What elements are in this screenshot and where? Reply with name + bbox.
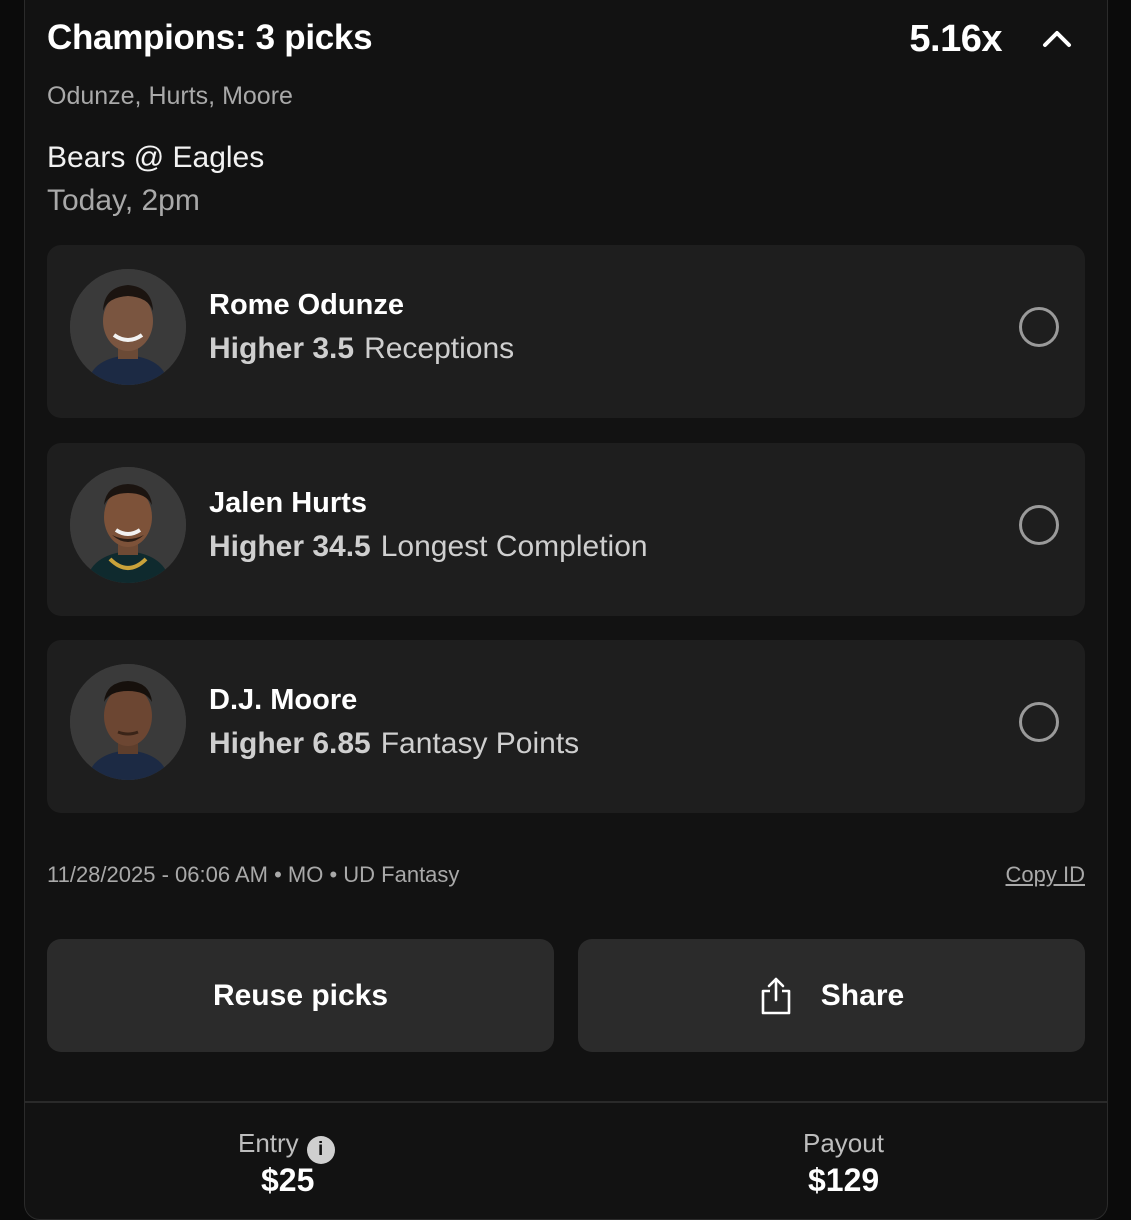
- game-time: Today, 2pm: [47, 184, 200, 217]
- payout-label: Payout: [803, 1128, 884, 1158]
- pick-line: Higher 34.5 Longest Completion: [209, 530, 648, 564]
- chevron-up-icon[interactable]: [1040, 22, 1074, 56]
- player-name: D.J. Moore: [209, 684, 358, 716]
- pick-status-radio: [1019, 702, 1059, 742]
- pick-line: Higher 6.85 Fantasy Points: [209, 727, 579, 761]
- player-name: Rome Odunze: [209, 289, 404, 321]
- divider: [25, 1101, 1107, 1103]
- share-button[interactable]: Share: [578, 939, 1085, 1052]
- game-matchup: Bears @ Eagles: [47, 141, 265, 174]
- reuse-picks-label: Reuse picks: [212, 978, 389, 1012]
- copy-id-link[interactable]: Copy ID: [1006, 862, 1085, 888]
- pick-line: Higher 3.5 Receptions: [209, 332, 514, 366]
- pick-stat: Longest Completion: [380, 530, 648, 563]
- payout-multiplier: 5.16x: [909, 18, 1002, 60]
- player-avatar: [70, 269, 186, 385]
- player-avatar: [70, 467, 186, 583]
- player-name: Jalen Hurts: [209, 487, 367, 519]
- info-icon[interactable]: i: [306, 1136, 335, 1164]
- pick-direction-line: Higher 6.85: [209, 727, 371, 760]
- pick-direction-line: Higher 34.5: [209, 530, 371, 563]
- share-icon: [761, 977, 791, 1014]
- pick-card[interactable]: Rome Odunze Higher 3.5 Receptions: [47, 245, 1085, 418]
- entry-label-text: Entry: [238, 1128, 299, 1158]
- pick-stat: Fantasy Points: [380, 727, 580, 760]
- player-names: Odunze, Hurts, Moore: [47, 82, 293, 110]
- payout-amount: $129: [808, 1162, 880, 1198]
- entry-meta: 11/28/2025 - 06:06 AM • MO • UD Fantasy: [47, 862, 460, 887]
- pick-status-radio: [1019, 307, 1059, 347]
- pick-status-radio: [1019, 505, 1059, 545]
- pick-card[interactable]: Jalen Hurts Higher 34.5 Longest Completio…: [47, 443, 1085, 616]
- pick-card[interactable]: D.J. Moore Higher 6.85 Fantasy Points: [47, 640, 1085, 813]
- reuse-picks-button[interactable]: Reuse picks: [47, 939, 554, 1052]
- entry-label: Entry i: [238, 1128, 335, 1164]
- entry-amount: $25: [261, 1162, 315, 1198]
- player-avatar: [70, 664, 186, 780]
- pick-direction-line: Higher 3.5: [209, 332, 355, 365]
- pick-stat: Receptions: [364, 332, 515, 365]
- share-label: Share: [820, 978, 905, 1012]
- entry-title: Champions: 3 picks: [47, 18, 373, 57]
